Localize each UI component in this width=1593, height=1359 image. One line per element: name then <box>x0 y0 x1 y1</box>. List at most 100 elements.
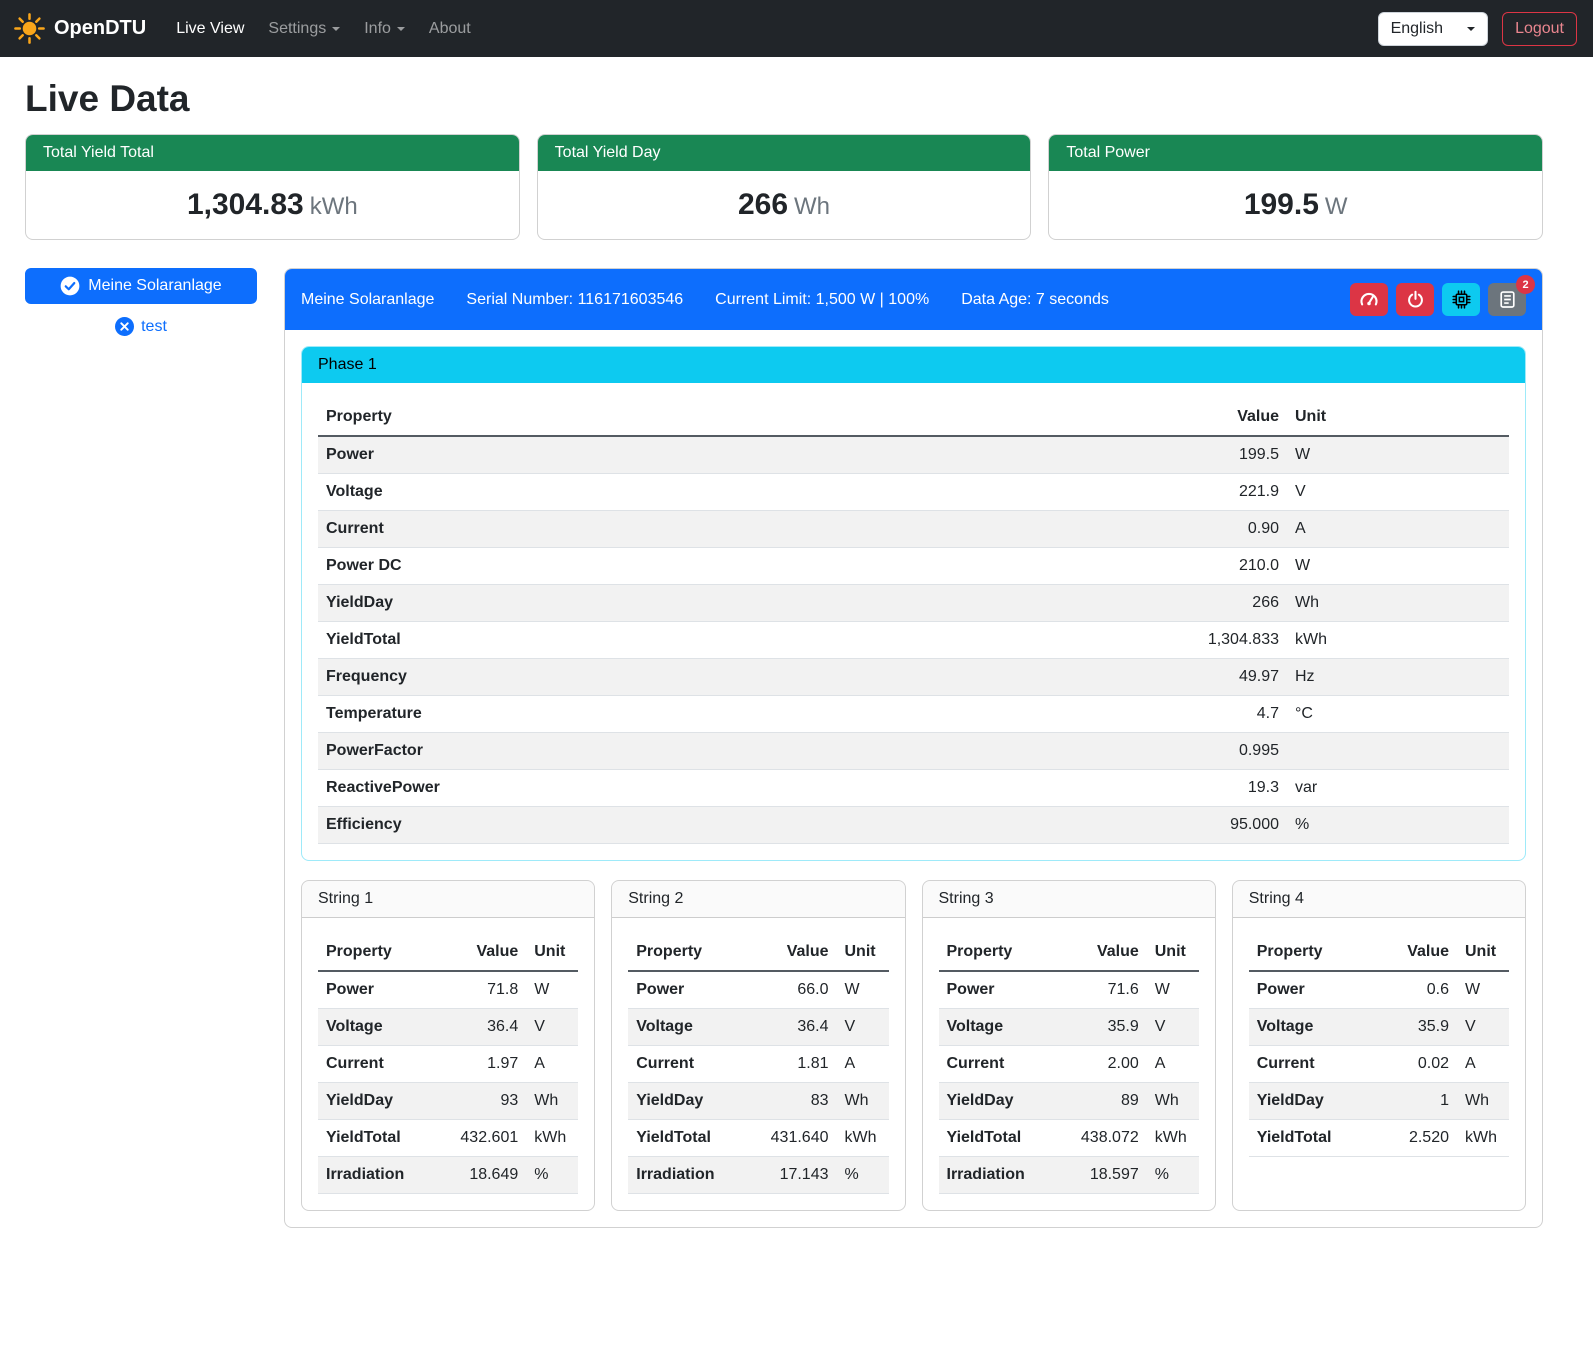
table-header-row: Property Value Unit <box>318 934 578 971</box>
column-header-property: Property <box>318 934 442 971</box>
nav-item-settings[interactable]: Settings <box>256 12 352 46</box>
row-unit: W <box>1457 971 1509 1009</box>
logout-button[interactable]: Logout <box>1502 12 1577 46</box>
column-header-value: Value <box>1373 934 1457 971</box>
row-unit: kWh <box>1287 622 1509 659</box>
summary-card-value: 199.5 <box>1244 188 1319 221</box>
table-row: ReactivePower19.3var <box>318 770 1509 807</box>
column-header-unit: Unit <box>526 934 578 971</box>
power-control-button[interactable] <box>1396 283 1434 316</box>
string-card-1: String 1 Property Value Unit <box>301 880 595 1211</box>
language-select[interactable]: English <box>1378 12 1488 46</box>
chevron-down-icon <box>1467 27 1475 31</box>
row-unit: A <box>1457 1046 1509 1083</box>
row-unit: kWh <box>1147 1120 1199 1157</box>
column-header-value: Value <box>1063 934 1147 971</box>
event-log-button[interactable]: 2 <box>1488 283 1526 316</box>
string-card-4: String 4 Property Value Unit <box>1232 880 1526 1211</box>
column-header-value: Value <box>753 934 837 971</box>
string-table: Property Value Unit Power71.6WVoltage35.… <box>939 934 1199 1194</box>
column-header-property: Property <box>318 399 1137 436</box>
row-property: Current <box>1249 1046 1373 1083</box>
table-header-row: Property Value Unit <box>628 934 888 971</box>
row-property: Frequency <box>318 659 1137 696</box>
power-icon <box>1406 290 1425 309</box>
table-header-row: Property Value Unit <box>939 934 1199 971</box>
row-property: YieldTotal <box>939 1120 1063 1157</box>
row-property: YieldTotal <box>318 622 1137 659</box>
brand-name: OpenDTU <box>54 17 146 40</box>
table-row: YieldDay93Wh <box>318 1083 578 1120</box>
table-row: Power DC210.0W <box>318 548 1509 585</box>
device-info-button[interactable] <box>1442 283 1480 316</box>
table-row: Voltage35.9V <box>939 1009 1199 1046</box>
row-value: 89 <box>1063 1083 1147 1120</box>
row-property: PowerFactor <box>318 733 1137 770</box>
row-unit: kWh <box>837 1120 889 1157</box>
row-value: 199.5 <box>1137 436 1287 474</box>
row-value: 431.640 <box>753 1120 837 1157</box>
table-row: Efficiency95.000% <box>318 807 1509 844</box>
string-card-title: String 1 <box>302 881 594 918</box>
row-unit: Wh <box>526 1083 578 1120</box>
row-value: 432.601 <box>442 1120 526 1157</box>
table-row: YieldDay266Wh <box>318 585 1509 622</box>
inverter-panel: Meine Solaranlage Serial Number: 1161716… <box>284 268 1543 1228</box>
row-unit: % <box>526 1157 578 1194</box>
sidebar-item-label: test <box>141 318 167 336</box>
column-header-property: Property <box>1249 934 1373 971</box>
row-value: 1.81 <box>753 1046 837 1083</box>
string-card-title: String 3 <box>923 881 1215 918</box>
row-value: 0.6 <box>1373 971 1457 1009</box>
summary-card-title: Total Yield Day <box>538 135 1031 171</box>
column-header-value: Value <box>442 934 526 971</box>
column-header-property: Property <box>939 934 1063 971</box>
row-property: Voltage <box>939 1009 1063 1046</box>
sidebar-item-test[interactable]: test <box>25 317 257 336</box>
row-unit: W <box>1287 548 1509 585</box>
row-property: YieldDay <box>318 585 1137 622</box>
row-value: 95.000 <box>1137 807 1287 844</box>
summary-card-value: 266 <box>738 188 788 221</box>
table-row: YieldTotal438.072kWh <box>939 1120 1199 1157</box>
table-header-row: Property Value Unit <box>1249 934 1509 971</box>
row-unit: % <box>1287 807 1509 844</box>
table-row: YieldTotal1,304.833kWh <box>318 622 1509 659</box>
table-row: Irradiation17.143% <box>628 1157 888 1194</box>
row-unit: A <box>1287 511 1509 548</box>
table-row: YieldTotal431.640kWh <box>628 1120 888 1157</box>
table-row: Voltage35.9V <box>1249 1009 1509 1046</box>
row-unit: A <box>837 1046 889 1083</box>
string-card-2: String 2 Property Value Unit <box>611 880 905 1211</box>
row-property: Irradiation <box>628 1157 752 1194</box>
nav-item-live-view[interactable]: Live View <box>164 12 256 46</box>
row-value: 266 <box>1137 585 1287 622</box>
column-header-unit: Unit <box>1287 399 1509 436</box>
summary-card-total-power: Total Power 199.5W <box>1048 134 1543 240</box>
sidebar-item-meine-solaranlage[interactable]: Meine Solaranlage <box>25 268 257 304</box>
summary-card-unit: Wh <box>794 193 830 220</box>
string-table: Property Value Unit Power0.6WVoltage35.9… <box>1249 934 1509 1157</box>
string-card-title: String 4 <box>1233 881 1525 918</box>
table-row: Power66.0W <box>628 971 888 1009</box>
row-value: 66.0 <box>753 971 837 1009</box>
nav-item-info[interactable]: Info <box>352 12 417 46</box>
table-row: Current1.97A <box>318 1046 578 1083</box>
limit-settings-button[interactable] <box>1350 283 1388 316</box>
row-property: Irradiation <box>318 1157 442 1194</box>
nav-item-about[interactable]: About <box>417 12 483 46</box>
row-unit: var <box>1287 770 1509 807</box>
row-unit: Hz <box>1287 659 1509 696</box>
row-value: 0.02 <box>1373 1046 1457 1083</box>
row-property: Voltage <box>318 1009 442 1046</box>
row-unit: % <box>837 1157 889 1194</box>
row-property: Power <box>628 971 752 1009</box>
phase-card: Phase 1 Property Value Unit Power199.5WV… <box>301 346 1526 861</box>
brand-link[interactable]: OpenDTU <box>13 12 146 45</box>
row-property: Temperature <box>318 696 1137 733</box>
cpu-icon <box>1452 290 1471 309</box>
row-property: Voltage <box>628 1009 752 1046</box>
table-row: YieldDay1Wh <box>1249 1083 1509 1120</box>
row-value: 1.97 <box>442 1046 526 1083</box>
row-value: 0.90 <box>1137 511 1287 548</box>
